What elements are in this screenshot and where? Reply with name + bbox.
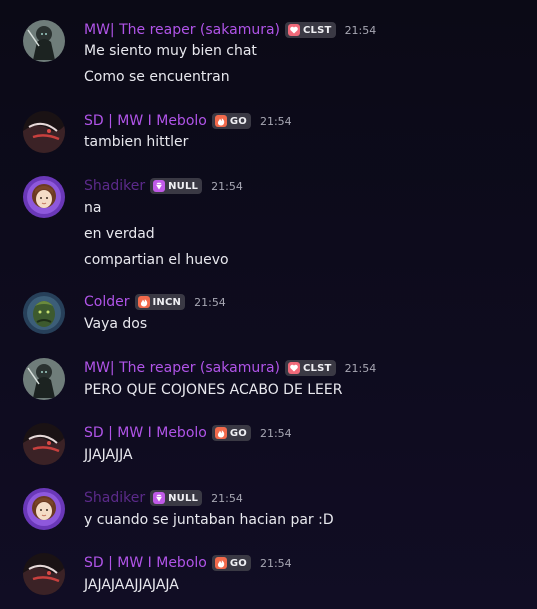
username[interactable]: SD | MW I Mebolo [84,553,207,573]
dark-reaper-avatar [23,20,65,62]
timestamp: 21:54 [259,114,292,128]
avatar[interactable] [23,553,65,595]
gem-icon [153,180,166,192]
fire-icon [214,427,227,439]
username[interactable]: MW| The reaper (sakamura) [84,20,280,40]
badge-label: GO [229,115,247,127]
badge-label: NULL [168,180,199,192]
purple-girl-avatar [23,176,65,218]
timestamp: 21:54 [211,179,243,193]
message-text: compartian el huevo [84,252,229,268]
avatar[interactable] [23,292,65,334]
role-badge[interactable]: CLST [285,22,336,38]
badge-label: CLST [303,362,332,374]
badge-label: GO [229,557,247,569]
username[interactable]: SD | MW I Mebolo [84,423,207,443]
avatar[interactable] [23,488,65,530]
chat-message-list: MW| The reaper (sakamura) CLST 21:54 Me … [0,0,537,609]
fire-icon [214,115,227,127]
timestamp: 21:54 [344,361,377,375]
timestamp: 21:54 [259,556,292,570]
green-warrior-avatar [23,292,65,334]
role-badge[interactable]: GO [211,425,251,441]
gem-icon [153,492,166,504]
avatar[interactable] [23,111,65,153]
badge-label: INCN [152,296,182,308]
timestamp: 21:54 [211,491,243,505]
message-text: tambien hittler [84,134,189,150]
role-badge[interactable]: GO [211,555,251,571]
username[interactable]: Shadiker [84,488,145,508]
timestamp: 21:54 [344,23,377,37]
role-badge[interactable]: NULL [150,490,203,506]
heart-icon [288,24,301,36]
message-text: Como se encuentran [84,69,230,85]
avatar[interactable] [23,358,65,400]
heart-icon [288,362,301,374]
red-anime-avatar [23,111,65,153]
avatar[interactable] [23,423,65,465]
username[interactable]: SD | MW I Mebolo [84,111,207,131]
red-anime-avatar [23,553,65,595]
avatar[interactable] [23,20,65,62]
red-anime-avatar [23,423,65,465]
username[interactable]: Shadiker [84,176,145,196]
badge-label: NULL [168,492,199,504]
dark-reaper-avatar [23,358,65,400]
timestamp: 21:54 [194,295,226,309]
message-text: Vaya dos [84,316,148,332]
username[interactable]: MW| The reaper (sakamura) [84,358,280,378]
message-text: JAJAJAAJJAJAJA [84,577,179,593]
message-text: en verdad [84,226,155,242]
purple-girl-avatar [23,488,65,530]
message-text: PERO QUE COJONES ACABO DE LEER [84,382,343,398]
message-text: y cuando se juntaban hacian par :D [84,512,334,528]
message-text: Me siento muy bien chat [84,43,257,59]
role-badge[interactable]: INCN [134,294,186,310]
timestamp: 21:54 [259,426,292,440]
badge-label: CLST [303,24,332,36]
fire-icon [214,557,227,569]
role-badge[interactable]: NULL [150,178,203,194]
role-badge[interactable]: CLST [285,360,336,376]
username[interactable]: Colder [84,292,130,312]
message-text: na [84,200,102,216]
fire-icon [137,296,150,308]
role-badge[interactable]: GO [211,113,251,129]
message-text: JJAJAJJA [84,447,133,463]
avatar[interactable] [23,176,65,218]
badge-label: GO [229,427,247,439]
